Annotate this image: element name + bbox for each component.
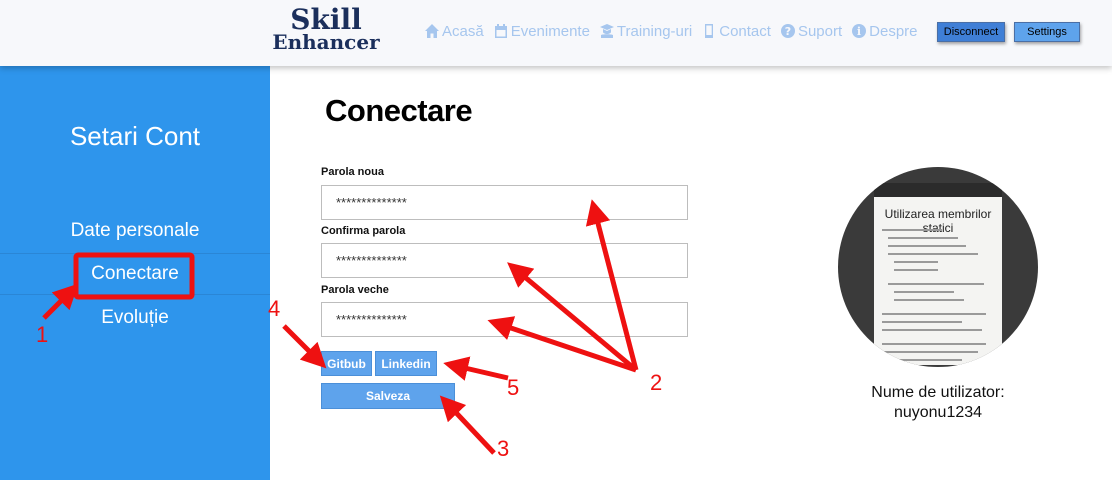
settings-button[interactable]: Settings bbox=[1014, 22, 1080, 42]
annotation-number-2: 2 bbox=[650, 370, 663, 395]
avatar-toolbar bbox=[874, 183, 1002, 197]
slide-code-line bbox=[882, 321, 962, 323]
username-value: nuyonu1234 bbox=[893, 404, 983, 421]
annotation-number-5: 5 bbox=[507, 375, 520, 400]
slide-code-line bbox=[888, 237, 958, 239]
annotation-number-1: 1 bbox=[36, 322, 49, 347]
annotation-number-4: 4 bbox=[268, 296, 281, 321]
slide-code-line bbox=[894, 269, 938, 271]
sidebar-item-personal-data[interactable]: Date personale bbox=[0, 220, 270, 242]
nav-support-label: Suport bbox=[797, 22, 843, 40]
new-password-field[interactable] bbox=[321, 185, 688, 220]
annotation-arrow-2a bbox=[585, 199, 639, 371]
slide-code-line bbox=[888, 283, 984, 285]
linkedin-button[interactable]: Linkedin bbox=[375, 351, 437, 376]
new-password-label: Parola noua bbox=[321, 166, 384, 178]
mobile-icon bbox=[705, 24, 714, 38]
nav-contact-label: Contact bbox=[719, 22, 771, 40]
sidebar-item-conectare[interactable]: Conectare bbox=[0, 253, 270, 295]
nav-home-label: Acasă bbox=[442, 22, 484, 40]
slide-code-line bbox=[882, 229, 942, 231]
slide-code-line bbox=[882, 329, 982, 331]
svg-text:i: i bbox=[857, 25, 861, 38]
top-navbar: Skill Enhancer Acasă Evenimente Training… bbox=[0, 0, 1112, 66]
nav-trainings-label: Training-uri bbox=[616, 22, 693, 40]
question-icon: ? bbox=[780, 24, 795, 38]
home-icon bbox=[425, 24, 439, 38]
old-password-label: Parola veche bbox=[321, 284, 389, 296]
page-title: Conectare bbox=[325, 93, 473, 128]
avatar: Utilizarea membrilor statici bbox=[838, 167, 1038, 367]
slide-code-line bbox=[894, 261, 938, 263]
nav-contact[interactable]: Contact bbox=[701, 23, 771, 40]
logo-line-2: Enhancer bbox=[272, 30, 380, 54]
nav-home[interactable]: Acasă bbox=[424, 23, 484, 40]
nav-about-label: Despre bbox=[869, 22, 918, 40]
confirm-password-label: Confirma parola bbox=[321, 225, 406, 237]
slide-code-line bbox=[882, 313, 986, 315]
nav-support[interactable]: ? Suport bbox=[780, 23, 842, 40]
old-password-field[interactable] bbox=[321, 302, 688, 337]
sidebar-item-conectare-label: Conectare bbox=[91, 263, 179, 284]
nav-about[interactable]: i Despre bbox=[851, 22, 918, 40]
annotation-arrow-3 bbox=[439, 395, 496, 455]
graduate-icon bbox=[599, 24, 614, 38]
nav-events[interactable]: Evenimente bbox=[493, 23, 590, 40]
save-button[interactable]: Salveza bbox=[321, 383, 455, 409]
annotation-arrow-5 bbox=[443, 356, 509, 381]
slide-code-line bbox=[888, 245, 966, 247]
slide-code-line bbox=[888, 253, 978, 255]
disconnect-button[interactable]: Disconnect bbox=[937, 22, 1005, 42]
svg-text:?: ? bbox=[785, 25, 791, 38]
settings-sidebar: Setari Cont Date personale Conectare Evo… bbox=[0, 66, 270, 480]
confirm-password-field[interactable] bbox=[321, 243, 688, 278]
slide-code-line bbox=[894, 291, 954, 293]
annotation-number-3: 3 bbox=[497, 436, 510, 461]
slide-code-line bbox=[894, 299, 964, 301]
main-nav: Acasă Evenimente Training-uri Contact ? … bbox=[424, 21, 927, 41]
nav-trainings[interactable]: Training-uri bbox=[599, 23, 692, 40]
nav-events-label: Evenimente bbox=[510, 22, 590, 40]
github-button[interactable]: Gitbub bbox=[321, 351, 372, 376]
sidebar-title: Setari Cont bbox=[69, 121, 201, 151]
annotation-arrow-4 bbox=[282, 324, 327, 369]
avatar-slide: Utilizarea membrilor statici bbox=[874, 197, 1002, 365]
slide-code-line bbox=[882, 343, 986, 345]
slide-code-line bbox=[882, 351, 978, 353]
slide-code-line bbox=[882, 359, 962, 361]
skill-enhancer-logo[interactable]: Skill Enhancer bbox=[270, 6, 382, 56]
calendar-icon bbox=[494, 24, 507, 38]
username-label: Nume de utilizator: bbox=[871, 384, 1005, 401]
info-icon: i bbox=[852, 24, 867, 38]
